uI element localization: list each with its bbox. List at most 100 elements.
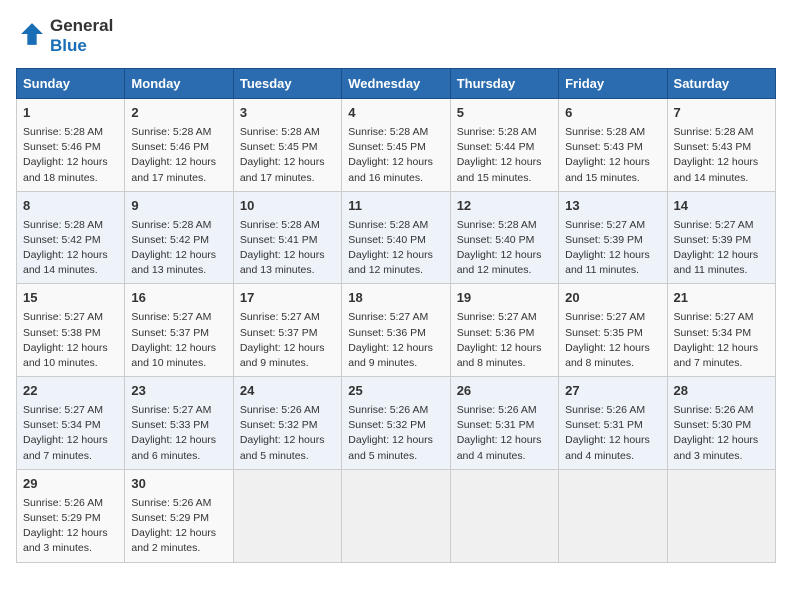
day-number: 12 xyxy=(457,197,552,216)
day-number: 4 xyxy=(348,104,443,123)
day-number: 24 xyxy=(240,382,335,401)
day-number: 21 xyxy=(674,289,769,308)
calendar-cell: 25 Sunrise: 5:26 AM Sunset: 5:32 PM Dayli… xyxy=(342,377,450,470)
calendar-cell: 1 Sunrise: 5:28 AM Sunset: 5:46 PM Daylig… xyxy=(17,99,125,192)
header-row: SundayMondayTuesdayWednesdayThursdayFrid… xyxy=(17,69,776,99)
calendar-cell: 10 Sunrise: 5:28 AM Sunset: 5:41 PM Dayli… xyxy=(233,191,341,284)
day-number: 25 xyxy=(348,382,443,401)
logo-line2: Blue xyxy=(50,36,113,56)
col-header-wednesday: Wednesday xyxy=(342,69,450,99)
day-info: Sunrise: 5:27 AM Sunset: 5:37 PM Dayligh… xyxy=(131,310,226,371)
day-info: Sunrise: 5:26 AM Sunset: 5:32 PM Dayligh… xyxy=(348,403,443,464)
day-info: Sunrise: 5:27 AM Sunset: 5:36 PM Dayligh… xyxy=(348,310,443,371)
calendar-table: SundayMondayTuesdayWednesdayThursdayFrid… xyxy=(16,68,776,563)
calendar-cell: 19 Sunrise: 5:27 AM Sunset: 5:36 PM Dayli… xyxy=(450,284,558,377)
calendar-cell xyxy=(450,469,558,562)
logo: General Blue xyxy=(16,16,113,56)
calendar-cell: 26Sunrise: 5:26 AM Sunset: 5:31 PM Dayli… xyxy=(450,377,558,470)
day-number: 3 xyxy=(240,104,335,123)
day-info: Sunrise: 5:27 AM Sunset: 5:37 PM Dayligh… xyxy=(240,310,335,371)
calendar-cell xyxy=(559,469,667,562)
page-header: General Blue xyxy=(16,16,776,56)
day-number: 15 xyxy=(23,289,118,308)
day-number: 27 xyxy=(565,382,660,401)
day-number: 2 xyxy=(131,104,226,123)
day-number: 10 xyxy=(240,197,335,216)
calendar-cell: 22 Sunrise: 5:27 AM Sunset: 5:34 PM Dayli… xyxy=(17,377,125,470)
day-number: 23 xyxy=(131,382,226,401)
day-number: 20 xyxy=(565,289,660,308)
day-info: Sunrise: 5:28 AM Sunset: 5:46 PM Dayligh… xyxy=(23,125,118,186)
calendar-cell: 18 Sunrise: 5:27 AM Sunset: 5:36 PM Dayli… xyxy=(342,284,450,377)
day-number: 6 xyxy=(565,104,660,123)
day-info: Sunrise: 5:27 AM Sunset: 5:35 PM Dayligh… xyxy=(565,310,660,371)
day-number: 16 xyxy=(131,289,226,308)
day-number: 7 xyxy=(674,104,769,123)
day-number: 5 xyxy=(457,104,552,123)
calendar-cell xyxy=(233,469,341,562)
calendar-week-3: 15 Sunrise: 5:27 AM Sunset: 5:38 PM Dayli… xyxy=(17,284,776,377)
day-info: Sunrise: 5:27 AM Sunset: 5:34 PM Dayligh… xyxy=(23,403,118,464)
calendar-cell: 28 Sunrise: 5:26 AM Sunset: 5:30 PM Dayli… xyxy=(667,377,775,470)
col-header-tuesday: Tuesday xyxy=(233,69,341,99)
day-number: 22 xyxy=(23,382,118,401)
calendar-cell: 8 Sunrise: 5:28 AM Sunset: 5:42 PM Daylig… xyxy=(17,191,125,284)
calendar-cell: 16 Sunrise: 5:27 AM Sunset: 5:37 PM Dayli… xyxy=(125,284,233,377)
day-info: Sunrise: 5:27 AM Sunset: 5:33 PM Dayligh… xyxy=(131,403,226,464)
calendar-cell: 4 Sunrise: 5:28 AM Sunset: 5:45 PM Daylig… xyxy=(342,99,450,192)
day-info: Sunrise: 5:26 AM Sunset: 5:30 PM Dayligh… xyxy=(674,403,769,464)
calendar-cell: 7 Sunrise: 5:28 AM Sunset: 5:43 PM Daylig… xyxy=(667,99,775,192)
day-number: 1 xyxy=(23,104,118,123)
day-number: 17 xyxy=(240,289,335,308)
calendar-cell: 3 Sunrise: 5:28 AM Sunset: 5:45 PM Daylig… xyxy=(233,99,341,192)
calendar-week-1: 1 Sunrise: 5:28 AM Sunset: 5:46 PM Daylig… xyxy=(17,99,776,192)
calendar-cell: 12Sunrise: 5:28 AM Sunset: 5:40 PM Dayli… xyxy=(450,191,558,284)
day-number: 28 xyxy=(674,382,769,401)
day-info: Sunrise: 5:28 AM Sunset: 5:45 PM Dayligh… xyxy=(240,125,335,186)
day-info: Sunrise: 5:28 AM Sunset: 5:44 PM Dayligh… xyxy=(457,125,552,186)
day-info: Sunrise: 5:28 AM Sunset: 5:41 PM Dayligh… xyxy=(240,218,335,279)
day-info: Sunrise: 5:26 AM Sunset: 5:31 PM Dayligh… xyxy=(457,403,552,464)
day-info: Sunrise: 5:27 AM Sunset: 5:36 PM Dayligh… xyxy=(457,310,552,371)
calendar-cell: 24 Sunrise: 5:26 AM Sunset: 5:32 PM Dayli… xyxy=(233,377,341,470)
calendar-week-5: 29 Sunrise: 5:26 AM Sunset: 5:29 PM Dayli… xyxy=(17,469,776,562)
col-header-saturday: Saturday xyxy=(667,69,775,99)
day-info: Sunrise: 5:27 AM Sunset: 5:39 PM Dayligh… xyxy=(565,218,660,279)
day-info: Sunrise: 5:26 AM Sunset: 5:29 PM Dayligh… xyxy=(23,496,118,557)
calendar-cell: 2 Sunrise: 5:28 AM Sunset: 5:46 PM Daylig… xyxy=(125,99,233,192)
day-info: Sunrise: 5:27 AM Sunset: 5:39 PM Dayligh… xyxy=(674,218,769,279)
day-number: 29 xyxy=(23,475,118,494)
day-number: 9 xyxy=(131,197,226,216)
day-info: Sunrise: 5:26 AM Sunset: 5:29 PM Dayligh… xyxy=(131,496,226,557)
day-info: Sunrise: 5:28 AM Sunset: 5:43 PM Dayligh… xyxy=(565,125,660,186)
day-number: 8 xyxy=(23,197,118,216)
day-info: Sunrise: 5:28 AM Sunset: 5:45 PM Dayligh… xyxy=(348,125,443,186)
day-info: Sunrise: 5:27 AM Sunset: 5:38 PM Dayligh… xyxy=(23,310,118,371)
day-number: 13 xyxy=(565,197,660,216)
calendar-cell: 21 Sunrise: 5:27 AM Sunset: 5:34 PM Dayli… xyxy=(667,284,775,377)
logo-icon xyxy=(18,20,46,48)
day-info: Sunrise: 5:28 AM Sunset: 5:43 PM Dayligh… xyxy=(674,125,769,186)
calendar-cell: 23 Sunrise: 5:27 AM Sunset: 5:33 PM Dayli… xyxy=(125,377,233,470)
col-header-thursday: Thursday xyxy=(450,69,558,99)
calendar-cell xyxy=(667,469,775,562)
day-number: 19 xyxy=(457,289,552,308)
col-header-friday: Friday xyxy=(559,69,667,99)
calendar-cell: 17 Sunrise: 5:27 AM Sunset: 5:37 PM Dayli… xyxy=(233,284,341,377)
day-info: Sunrise: 5:28 AM Sunset: 5:40 PM Dayligh… xyxy=(348,218,443,279)
calendar-cell: 11 Sunrise: 5:28 AM Sunset: 5:40 PM Dayli… xyxy=(342,191,450,284)
calendar-week-2: 8 Sunrise: 5:28 AM Sunset: 5:42 PM Daylig… xyxy=(17,191,776,284)
day-info: Sunrise: 5:28 AM Sunset: 5:42 PM Dayligh… xyxy=(23,218,118,279)
day-number: 18 xyxy=(348,289,443,308)
calendar-cell: 5 Sunrise: 5:28 AM Sunset: 5:44 PM Daylig… xyxy=(450,99,558,192)
day-info: Sunrise: 5:26 AM Sunset: 5:32 PM Dayligh… xyxy=(240,403,335,464)
logo-line1: General xyxy=(50,16,113,36)
calendar-cell: 14Sunrise: 5:27 AM Sunset: 5:39 PM Dayli… xyxy=(667,191,775,284)
day-number: 30 xyxy=(131,475,226,494)
day-info: Sunrise: 5:27 AM Sunset: 5:34 PM Dayligh… xyxy=(674,310,769,371)
day-info: Sunrise: 5:28 AM Sunset: 5:46 PM Dayligh… xyxy=(131,125,226,186)
day-number: 11 xyxy=(348,197,443,216)
calendar-cell: 27 Sunrise: 5:26 AM Sunset: 5:31 PM Dayli… xyxy=(559,377,667,470)
calendar-cell: 30 Sunrise: 5:26 AM Sunset: 5:29 PM Dayli… xyxy=(125,469,233,562)
day-info: Sunrise: 5:26 AM Sunset: 5:31 PM Dayligh… xyxy=(565,403,660,464)
